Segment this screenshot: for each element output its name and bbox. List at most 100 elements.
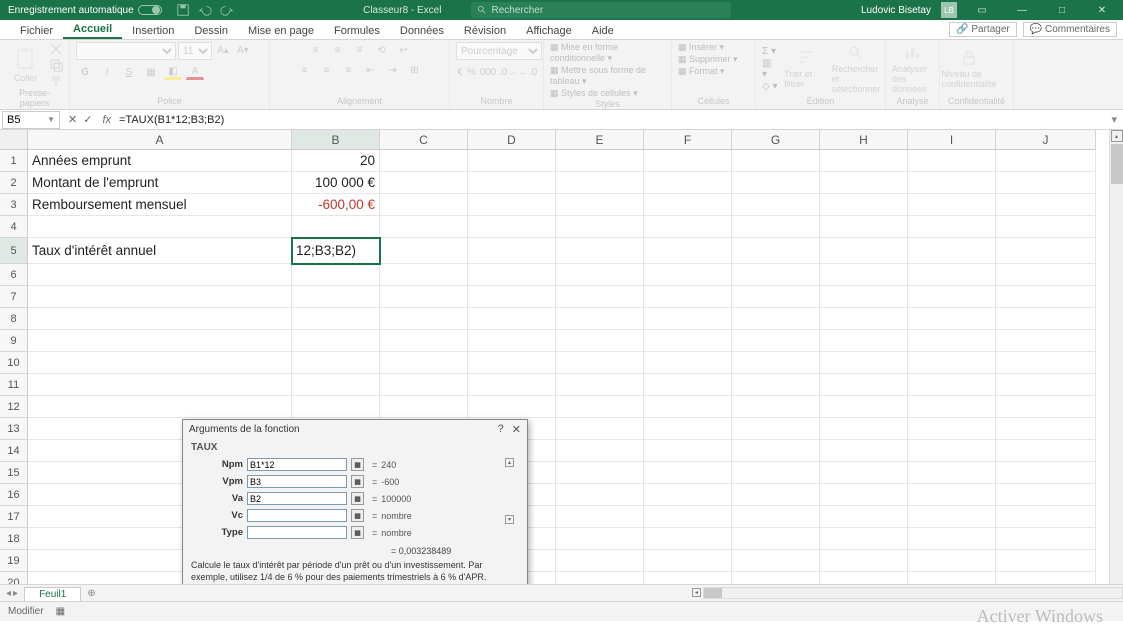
cell[interactable] — [732, 484, 820, 506]
cell[interactable] — [468, 194, 556, 216]
cell[interactable] — [996, 172, 1096, 194]
cell[interactable] — [820, 506, 908, 528]
cell[interactable] — [556, 330, 644, 352]
sort-filter-button[interactable]: Trier et filtrer — [784, 49, 827, 89]
user-avatar[interactable]: LB — [941, 2, 957, 18]
cell[interactable] — [732, 396, 820, 418]
cell[interactable] — [820, 194, 908, 216]
cell[interactable] — [996, 194, 1096, 216]
cell[interactable] — [820, 462, 908, 484]
column-header[interactable]: F — [644, 130, 732, 150]
cell[interactable] — [556, 352, 644, 374]
cell[interactable] — [732, 462, 820, 484]
args-scroll-up-icon[interactable]: ▴ — [505, 458, 514, 467]
cell[interactable] — [644, 572, 732, 584]
help-icon[interactable]: ? — [498, 423, 504, 436]
menu-tab-données[interactable]: Données — [390, 23, 454, 39]
share-button[interactable]: 🔗 Partager — [949, 22, 1017, 37]
cell[interactable] — [556, 506, 644, 528]
cell[interactable] — [732, 440, 820, 462]
cut-icon[interactable] — [49, 42, 63, 56]
row-header[interactable]: 8 — [0, 308, 28, 330]
column-header[interactable]: E — [556, 130, 644, 150]
cell[interactable] — [908, 396, 996, 418]
menu-tab-révision[interactable]: Révision — [454, 23, 516, 39]
menu-tab-mise en page[interactable]: Mise en page — [238, 23, 324, 39]
menu-tab-dessin[interactable]: Dessin — [184, 23, 238, 39]
save-icon[interactable] — [176, 3, 190, 17]
cell[interactable] — [732, 194, 820, 216]
cell[interactable] — [908, 484, 996, 506]
scroll-thumb[interactable] — [1111, 144, 1123, 184]
format-as-table-button[interactable]: ▦ Mettre sous forme de tableau ▾ — [550, 65, 665, 87]
cell[interactable] — [644, 440, 732, 462]
cell[interactable] — [556, 150, 644, 172]
cell[interactable] — [468, 172, 556, 194]
row-header[interactable]: 13 — [0, 418, 28, 440]
cell[interactable] — [908, 462, 996, 484]
percent-icon[interactable]: % — [466, 64, 477, 80]
comma-icon[interactable]: 000 — [479, 64, 497, 80]
column-header[interactable]: G — [732, 130, 820, 150]
number-format-select[interactable]: Pourcentage — [456, 42, 542, 60]
cancel-formula-icon[interactable]: ✕ — [68, 113, 77, 126]
vertical-scrollbar[interactable]: ▴ — [1109, 130, 1123, 584]
cell[interactable] — [644, 172, 732, 194]
scroll-up-icon[interactable]: ▴ — [1111, 130, 1123, 142]
cell[interactable] — [644, 550, 732, 572]
orientation-icon[interactable]: ⟲ — [373, 42, 391, 58]
cell[interactable] — [820, 418, 908, 440]
row-header[interactable]: 10 — [0, 352, 28, 374]
close-icon[interactable]: ✕ — [1087, 0, 1117, 20]
italic-icon[interactable]: I — [98, 64, 116, 80]
cell[interactable] — [732, 528, 820, 550]
cell[interactable] — [820, 238, 908, 264]
cell[interactable] — [996, 550, 1096, 572]
horizontal-scrollbar[interactable]: ◂ ▸ — [703, 587, 1123, 599]
chevron-down-icon[interactable]: ▼ — [47, 115, 55, 124]
hscroll-left-icon[interactable]: ◂ — [692, 588, 701, 597]
cell[interactable]: 12;B3;B2) — [292, 238, 380, 264]
align-center-icon[interactable]: ≡ — [318, 62, 336, 78]
cell[interactable] — [644, 484, 732, 506]
cell[interactable] — [732, 264, 820, 286]
conditional-format-button[interactable]: ▦ Mise en forme conditionnelle ▾ — [550, 42, 665, 64]
menu-tab-aide[interactable]: Aide — [582, 23, 624, 39]
cell[interactable]: Années emprunt — [28, 150, 292, 172]
cell[interactable] — [292, 216, 380, 238]
cell[interactable] — [908, 308, 996, 330]
cell[interactable] — [556, 216, 644, 238]
cell[interactable] — [996, 264, 1096, 286]
cell[interactable] — [908, 506, 996, 528]
cell[interactable] — [556, 418, 644, 440]
cell[interactable] — [820, 330, 908, 352]
cell[interactable] — [644, 194, 732, 216]
increase-font-icon[interactable]: A▴ — [214, 42, 232, 58]
cell[interactable] — [468, 374, 556, 396]
row-header[interactable]: 11 — [0, 374, 28, 396]
clear-icon[interactable]: ◇ ▾ — [762, 81, 778, 92]
cell[interactable] — [380, 396, 468, 418]
cell[interactable] — [732, 238, 820, 264]
merge-icon[interactable]: ⊞ — [406, 62, 424, 78]
cell[interactable] — [908, 528, 996, 550]
fx-icon[interactable]: fx — [98, 114, 115, 126]
cell[interactable] — [908, 194, 996, 216]
spreadsheet-grid[interactable]: ABCDEFGHIJ 12345678910111213141516171819… — [0, 130, 1123, 584]
cell[interactable] — [644, 352, 732, 374]
argument-input[interactable] — [247, 458, 347, 471]
ribbon-display-icon[interactable]: ▭ — [967, 0, 997, 20]
cell[interactable] — [996, 150, 1096, 172]
cell[interactable] — [820, 572, 908, 584]
cell[interactable] — [556, 172, 644, 194]
range-select-icon[interactable]: ▦ — [351, 475, 364, 488]
cell[interactable] — [908, 172, 996, 194]
row-header[interactable]: 19 — [0, 550, 28, 572]
cell[interactable] — [556, 194, 644, 216]
sheet-nav-next-icon[interactable]: ▸ — [13, 588, 18, 599]
cell[interactable] — [908, 418, 996, 440]
cell[interactable] — [996, 308, 1096, 330]
underline-icon[interactable]: S — [120, 64, 138, 80]
cell[interactable] — [996, 506, 1096, 528]
cell[interactable] — [556, 550, 644, 572]
